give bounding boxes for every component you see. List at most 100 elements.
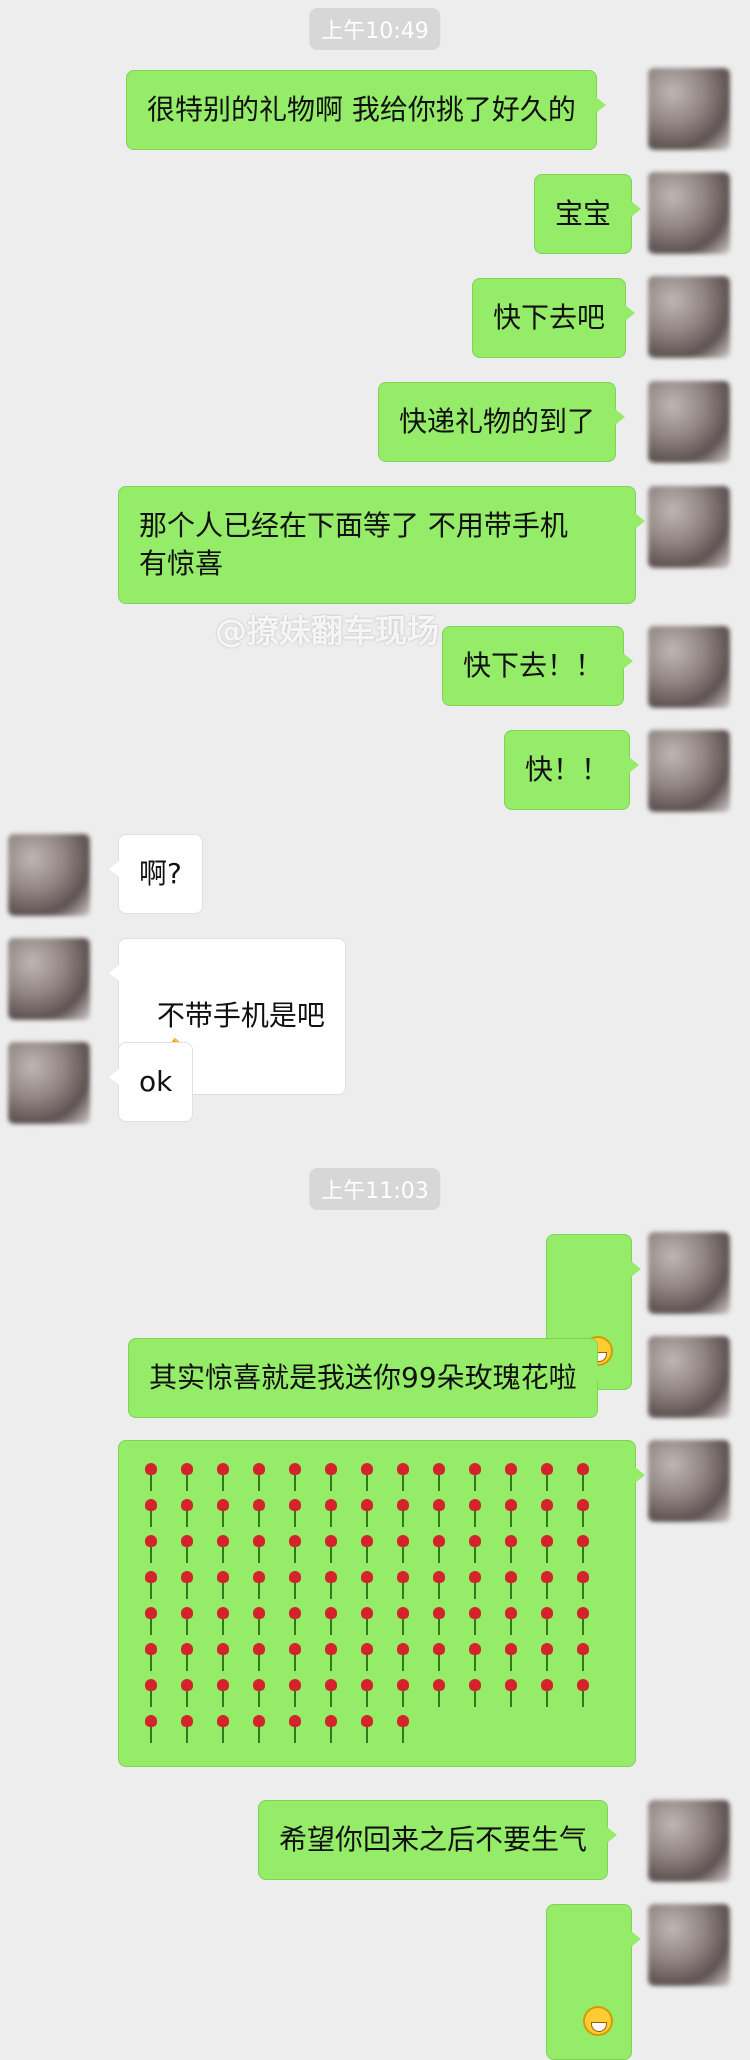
- rose-icon: [245, 1461, 273, 1493]
- message-bubble[interactable]: ok: [108, 1042, 194, 1122]
- rose-icon: [425, 1641, 453, 1673]
- rose-icon: [389, 1461, 417, 1493]
- rose-icon: [461, 1461, 489, 1493]
- rose-icon: [281, 1533, 309, 1565]
- grinning-face-icon: [582, 2006, 613, 2036]
- rose-icon: [353, 1641, 381, 1673]
- rose-icon: [389, 1569, 417, 1601]
- rose-icon: [281, 1497, 309, 1529]
- avatar[interactable]: [8, 1042, 90, 1124]
- rose-icon: [389, 1713, 417, 1745]
- rose-icon: [461, 1605, 489, 1637]
- avatar[interactable]: [8, 834, 90, 916]
- rose-icon: [317, 1605, 345, 1637]
- rose-icon: [281, 1605, 309, 1637]
- rose-icon: [569, 1569, 597, 1601]
- rose-icon: [281, 1461, 309, 1493]
- rose-icon: [497, 1641, 525, 1673]
- rose-icon: [245, 1641, 273, 1673]
- rose-icon: [353, 1461, 381, 1493]
- message-text: 不带手机是吧: [156, 999, 325, 1032]
- message-bubble[interactable]: 其实惊喜就是我送你99朵玫瑰花啦: [128, 1338, 607, 1418]
- rose-icon: [461, 1677, 489, 1709]
- rose-icon: [281, 1677, 309, 1709]
- avatar[interactable]: [648, 1336, 730, 1418]
- rose-icon: [353, 1605, 381, 1637]
- rose-icon: [497, 1605, 525, 1637]
- rose-icon: [353, 1713, 381, 1745]
- avatar[interactable]: [648, 68, 730, 150]
- rose-icon: [317, 1713, 345, 1745]
- rose-icon: [533, 1605, 561, 1637]
- avatar[interactable]: [648, 1232, 730, 1314]
- rose-icon: [425, 1605, 453, 1637]
- message-bubble[interactable]: 那个人已经在下面等了 不用带手机 有惊喜: [118, 486, 645, 604]
- rose-icon: [533, 1641, 561, 1673]
- timestamp: 上午11:03: [309, 1168, 441, 1210]
- rose-icon: [353, 1677, 381, 1709]
- rose-icon: [317, 1461, 345, 1493]
- avatar[interactable]: [648, 1800, 730, 1882]
- avatar[interactable]: [648, 730, 730, 812]
- rose-icon: [173, 1713, 201, 1745]
- message-bubble[interactable]: 啊?: [109, 834, 203, 914]
- rose-icon: [317, 1533, 345, 1565]
- rose-icon: [173, 1677, 201, 1709]
- rose-icon: [173, 1641, 201, 1673]
- rose-icon: [137, 1497, 165, 1529]
- avatar[interactable]: [648, 276, 730, 358]
- rose-icon: [245, 1533, 273, 1565]
- message-bubble[interactable]: 希望你回来之后不要生气: [258, 1800, 618, 1880]
- rose-icon: [461, 1569, 489, 1601]
- rose-icon: [209, 1713, 237, 1745]
- rose-icon: [281, 1569, 309, 1601]
- avatar[interactable]: [648, 486, 730, 568]
- rose-icon: [137, 1677, 165, 1709]
- rose-row: [137, 1569, 617, 1605]
- rose-icon: [317, 1569, 345, 1601]
- rose-icon: [569, 1497, 597, 1529]
- rose-icon: [389, 1497, 417, 1529]
- avatar[interactable]: [648, 381, 730, 463]
- message-bubble[interactable]: 快下去！！: [442, 626, 634, 706]
- rose-icon: [317, 1641, 345, 1673]
- rose-icon: [461, 1641, 489, 1673]
- rose-icon: [353, 1497, 381, 1529]
- rose-icon: [425, 1533, 453, 1565]
- rose-icon: [245, 1713, 273, 1745]
- rose-icon: [209, 1497, 237, 1529]
- rose-icon: [137, 1569, 165, 1601]
- message-bubble[interactable]: 快下去吧: [472, 278, 636, 358]
- message-bubble[interactable]: 快！！: [504, 730, 640, 810]
- rose-icon: [497, 1533, 525, 1565]
- avatar[interactable]: [648, 1904, 730, 1986]
- rose-icon: [533, 1461, 561, 1493]
- rose-row: [137, 1641, 617, 1677]
- rose-icon: [497, 1569, 525, 1601]
- rose-icon: [209, 1641, 237, 1673]
- roses-message[interactable]: [118, 1440, 645, 1767]
- rose-icon: [245, 1677, 273, 1709]
- rose-icon: [569, 1677, 597, 1709]
- rose-icon: [317, 1677, 345, 1709]
- message-bubble[interactable]: 快递礼物的到了: [378, 382, 626, 462]
- rose-icon: [569, 1461, 597, 1493]
- rose-icon: [425, 1677, 453, 1709]
- rose-icon: [533, 1497, 561, 1529]
- message-bubble[interactable]: 很特别的礼物啊 我给你挑了好久的: [126, 70, 606, 150]
- rose-icon: [497, 1677, 525, 1709]
- rose-row: [137, 1461, 617, 1497]
- message-bubble[interactable]: 宝宝: [534, 174, 642, 254]
- avatar[interactable]: [8, 938, 90, 1020]
- avatar[interactable]: [648, 626, 730, 708]
- rose-icon: [209, 1677, 237, 1709]
- rose-row: [137, 1533, 617, 1569]
- avatar[interactable]: [648, 1440, 730, 1522]
- message-bubble[interactable]: [546, 1904, 641, 2060]
- avatar[interactable]: [648, 172, 730, 254]
- rose-icon: [317, 1497, 345, 1529]
- rose-icon: [137, 1461, 165, 1493]
- rose-icon: [497, 1497, 525, 1529]
- rose-icon: [389, 1605, 417, 1637]
- rose-icon: [353, 1533, 381, 1565]
